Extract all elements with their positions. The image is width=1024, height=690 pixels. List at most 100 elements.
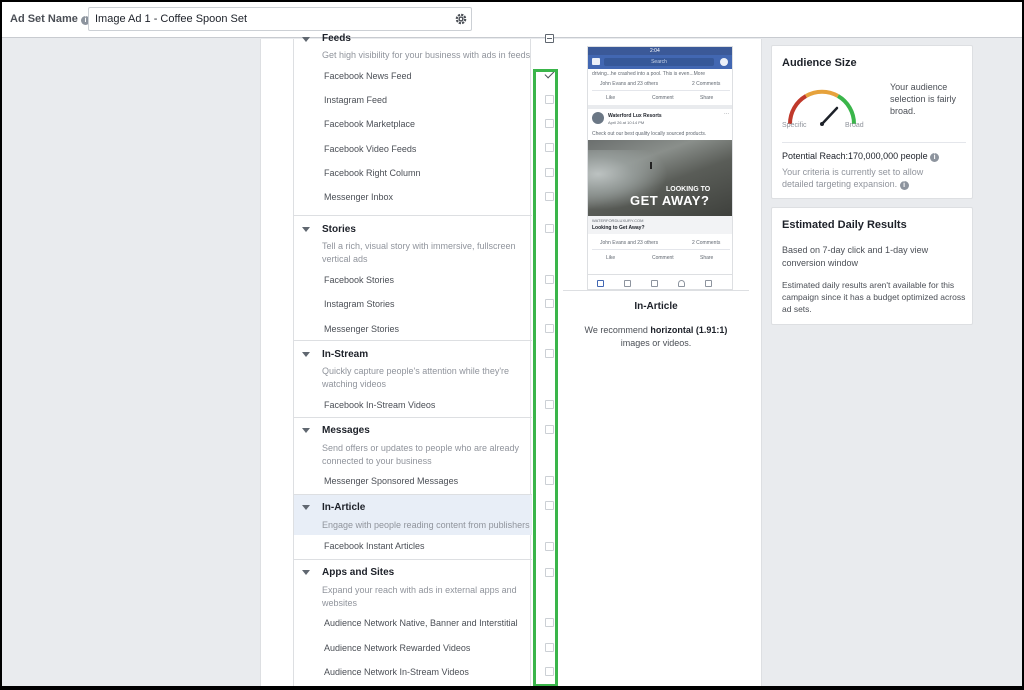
item-checkbox[interactable]: [545, 70, 554, 79]
placement-item[interactable]: Facebook Instant Articles: [324, 541, 425, 551]
placement-group-messages: Messages Send offers or updates to peopl…: [294, 418, 554, 495]
group-title: In-Stream: [322, 349, 369, 360]
item-checkbox[interactable]: [545, 168, 554, 177]
collapse-triangle-icon[interactable]: [302, 227, 310, 232]
potential-reach: Potential Reach:170,000,000 people i: [782, 151, 940, 162]
item-checkbox[interactable]: [545, 324, 554, 333]
like-label-2: Like: [606, 255, 616, 261]
comments-count: 2 Comments: [692, 81, 721, 87]
placements-list: Feeds Get high visibility for your busin…: [293, 33, 554, 686]
info-icon[interactable]: i: [930, 153, 940, 162]
placement-item[interactable]: Instagram Feed: [324, 95, 387, 105]
placement-item[interactable]: Facebook News Feed: [324, 71, 412, 81]
menu-icon: [705, 280, 712, 287]
ad-set-name-label-text: Ad Set Name: [10, 13, 78, 25]
divider: [592, 249, 730, 250]
reactions-text-2: John Evans and 23 others: [600, 240, 659, 246]
link-title: Looking to Get Away?: [592, 225, 645, 231]
group-checkbox[interactable]: [545, 34, 554, 43]
news-feed-icon: [597, 280, 604, 287]
ad-set-name-label: Ad Set Name i: [10, 13, 90, 25]
item-checkbox[interactable]: [545, 299, 554, 308]
placement-item[interactable]: Messenger Inbox: [324, 192, 393, 202]
placement-group-stories: Stories Tell a rich, visual story with i…: [294, 216, 554, 341]
group-description: Tell a rich, visual story with immersive…: [322, 241, 516, 264]
placement-item[interactable]: Messenger Sponsored Messages: [324, 476, 458, 486]
placement-item[interactable]: Audience Network Rewarded Videos: [324, 643, 470, 653]
phone-search: Search: [604, 58, 714, 66]
gauge-high-label: Broad: [845, 122, 864, 129]
group-description: Expand your reach with ads in external a…: [322, 585, 517, 608]
phone-nav-bar: Search: [588, 55, 732, 69]
daily-results-basis: Based on 7-day click and 1-day view conv…: [782, 245, 929, 268]
collapse-triangle-icon[interactable]: [302, 37, 310, 42]
gear-icon[interactable]: [454, 12, 468, 26]
placement-item[interactable]: Facebook Stories: [324, 275, 394, 285]
phone-status-bar: 2:04: [588, 47, 732, 55]
share-label-2: Share: [700, 255, 714, 261]
item-checkbox[interactable]: [545, 476, 554, 485]
placement-item[interactable]: Facebook In-Stream Videos: [324, 400, 435, 410]
placement-item[interactable]: Facebook Right Column: [324, 168, 421, 178]
collapse-triangle-icon[interactable]: [302, 505, 310, 510]
group-checkbox[interactable]: [545, 349, 554, 358]
item-checkbox[interactable]: [545, 192, 554, 201]
comment-label-2: Comment: [652, 255, 674, 261]
ad-image-line1: LOOKING TO: [666, 186, 711, 193]
rec-suffix: images or videos.: [620, 338, 692, 348]
reactions-text: John Evans and 23 others: [600, 81, 659, 87]
group-checkbox[interactable]: [545, 425, 554, 434]
post-text: Check out our best quality locally sourc…: [592, 131, 707, 137]
audience-size-card: Audience Size Specific Broad Your audien…: [771, 45, 973, 199]
group-checkbox[interactable]: [545, 501, 554, 510]
item-checkbox[interactable]: [545, 618, 554, 627]
ad-image: LOOKING TO GET AWAY?: [588, 140, 732, 216]
ad-image-line2: GET AWAY?: [630, 193, 710, 208]
item-checkbox[interactable]: [545, 643, 554, 652]
audience-size-title: Audience Size: [782, 57, 857, 69]
placement-item[interactable]: Facebook Marketplace: [324, 119, 415, 129]
placement-item[interactable]: Facebook Video Feeds: [324, 144, 416, 154]
ad-preview: 2:04 Search driving...he crashed into a …: [563, 39, 763, 686]
group-checkbox[interactable]: [545, 224, 554, 233]
like-label: Like: [606, 95, 616, 101]
rec-bold: horizontal (1.91:1): [650, 325, 728, 335]
group-title: Apps and Sites: [322, 567, 395, 578]
placement-item[interactable]: Messenger Stories: [324, 324, 399, 334]
app-frame: Ad Set Name i Image Ad 1 - Coffee Spoon …: [2, 2, 1022, 686]
placement-item[interactable]: Audience Network In-Stream Videos: [324, 667, 469, 677]
placement-item[interactable]: Instagram Stories: [324, 299, 395, 309]
marketplace-icon: [651, 280, 658, 287]
page-name: Waterford Lux Resorts: [608, 113, 662, 119]
phone-preview: 2:04 Search driving...he crashed into a …: [587, 46, 733, 290]
item-checkbox[interactable]: [545, 119, 554, 128]
criteria-text: Your criteria is currently set to allow …: [782, 166, 952, 190]
card-divider: [782, 142, 966, 143]
preview-divider: [563, 290, 749, 291]
page-avatar: [592, 112, 604, 124]
divider: [592, 90, 730, 91]
group-title: Feeds: [322, 33, 351, 44]
collapse-triangle-icon[interactable]: [302, 428, 310, 433]
collapse-triangle-icon[interactable]: [302, 352, 310, 357]
item-checkbox[interactable]: [545, 542, 554, 551]
daily-results-card: Estimated Daily Results Based on 7-day c…: [771, 207, 973, 325]
item-checkbox[interactable]: [545, 275, 554, 284]
placement-item[interactable]: Audience Network Native, Banner and Inte…: [324, 618, 518, 628]
rec-prefix: We recommend: [584, 325, 648, 335]
collapse-triangle-icon[interactable]: [302, 570, 310, 575]
item-checkbox[interactable]: [545, 400, 554, 409]
group-description: Quickly capture people's attention while…: [322, 366, 510, 389]
group-checkbox[interactable]: [545, 568, 554, 577]
item-checkbox[interactable]: [545, 667, 554, 676]
info-icon[interactable]: i: [899, 181, 909, 190]
group-title: Stories: [322, 224, 356, 235]
daily-results-title: Estimated Daily Results: [782, 219, 907, 231]
item-checkbox[interactable]: [545, 143, 554, 152]
link-domain: WATERFORDLUXURY.COM: [592, 218, 644, 223]
ad-set-name-input[interactable]: Image Ad 1 - Coffee Spoon Set: [88, 7, 472, 31]
phone-time: 2:04: [650, 48, 660, 54]
more-icon: ···: [724, 111, 729, 117]
placement-title: In-Article: [634, 301, 678, 312]
item-checkbox[interactable]: [545, 95, 554, 104]
